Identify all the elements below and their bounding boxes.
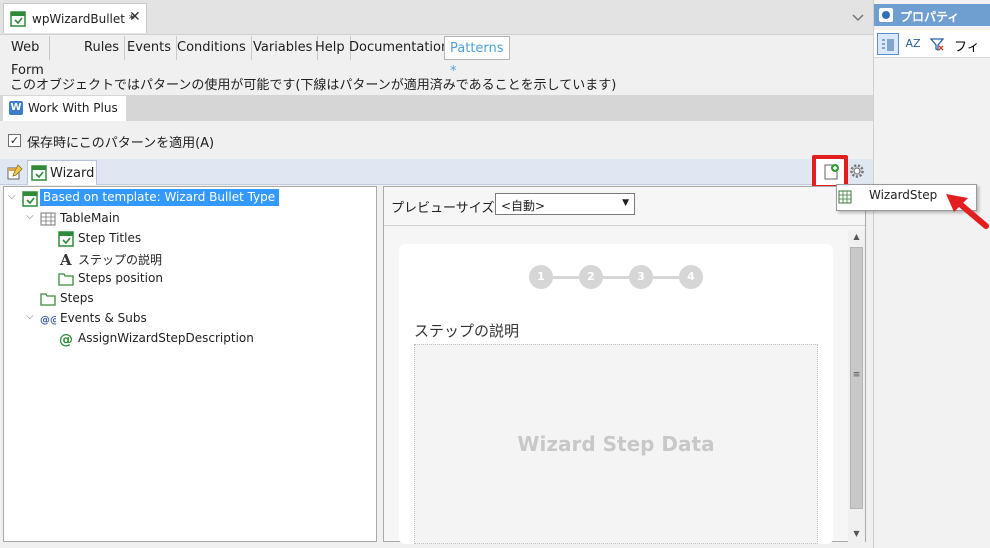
tab-work-with-plus[interactable]: W Work With Plus: [3, 96, 126, 121]
folder-icon: [40, 293, 56, 306]
properties-icon: [879, 8, 893, 22]
step-bullet: 3: [629, 265, 653, 289]
close-icon[interactable]: ✕: [129, 9, 141, 25]
pattern-info-text: このオブジェクトではパターンの使用が可能です(下線はパターンが適用済みであること…: [10, 78, 617, 93]
tab-conditions[interactable]: Conditions: [172, 36, 252, 60]
expand-chevron-icon[interactable]: ⌵: [26, 211, 38, 222]
tab-documentation[interactable]: Documentation: [344, 36, 456, 60]
document-tab-label: wpWizardBullet *: [32, 12, 135, 26]
preview-size-label: プレビューサイズ: [391, 201, 495, 216]
gear-icon[interactable]: [849, 163, 865, 179]
annotation-arrow-icon: [946, 194, 989, 229]
scroll-up-icon[interactable]: ▲: [848, 230, 865, 244]
wizard-icon: [31, 165, 47, 181]
pattern-tree: ⌵ Based on template: Wizard Bullet Type ⌵ T…: [3, 186, 377, 542]
tab-webform[interactable]: Web Form: [6, 36, 50, 78]
tab-variables[interactable]: Variables: [248, 36, 319, 60]
chevron-down-icon: ▼: [622, 198, 629, 208]
apply-pattern-label: 保存時にこのパターンを適用(A): [27, 136, 215, 151]
divider: [384, 225, 865, 226]
categorized-icon[interactable]: [877, 33, 899, 55]
sort-az-icon[interactable]: AZ: [902, 33, 924, 55]
tree-node-label: AssignWizardStepDescription: [78, 331, 254, 345]
tab-patterns[interactable]: Patterns *: [444, 36, 510, 79]
tree-node-label: Based on template: Wizard Bullet Type: [40, 189, 280, 206]
step-bullet: 2: [579, 265, 603, 289]
document-tab-wpwizardbullet[interactable]: wpWizardBullet * ✕: [3, 3, 147, 33]
filter-icon[interactable]: [926, 33, 948, 55]
step-connector: [651, 276, 681, 279]
tree-node-label: Step Titles: [78, 231, 142, 245]
properties-header: プロパティ: [874, 4, 990, 26]
tab-events[interactable]: Events: [122, 36, 178, 60]
text-a-icon: A: [59, 251, 72, 267]
step-description: ステップの説明: [414, 322, 520, 340]
webpanel-icon: [10, 11, 26, 27]
properties-page-icon[interactable]: [6, 163, 24, 181]
scroll-down-icon[interactable]: ▼: [848, 527, 865, 541]
tree-node-label: Steps position: [78, 271, 163, 285]
tree-node-label: Steps: [60, 291, 94, 305]
wizard-step-data-placeholder: Wizard Step Data: [517, 432, 715, 456]
events-icon: @@: [40, 315, 56, 326]
tab-wizard[interactable]: Wizard: [27, 160, 97, 185]
tree-node-label: Events & Subs: [60, 311, 147, 325]
workwithplus-icon: W: [9, 101, 23, 115]
tab-rules[interactable]: Rules: [79, 36, 126, 60]
scrollbar-grip-icon: ≡: [852, 370, 861, 380]
tree-node-label: TableMain: [60, 211, 120, 225]
step-bullet: 1: [529, 265, 553, 289]
apply-pattern-checkbox[interactable]: ✓: [8, 134, 21, 147]
properties-filter-label[interactable]: フィ: [954, 36, 980, 55]
properties-panel: プロパティ AZ フィ: [873, 0, 990, 548]
menu-item-wizardstep[interactable]: WizardStep: [869, 188, 937, 202]
properties-title: プロパティ: [900, 10, 960, 24]
expand-chevron-icon[interactable]: ⌵: [26, 311, 38, 322]
step-connector: [551, 276, 581, 279]
wizard-icon: [22, 191, 38, 207]
step-connector: [601, 276, 631, 279]
table-icon: [838, 190, 852, 204]
svg-text:@@: @@: [40, 315, 56, 326]
svg-text:A: A: [59, 251, 72, 267]
preview-size-select[interactable]: <自動> ▼: [495, 193, 635, 215]
table-icon: [40, 212, 56, 226]
tab-label: Wizard: [50, 166, 95, 181]
folder-icon: [58, 273, 74, 286]
pattern-tab-strip: [0, 95, 873, 121]
svg-text:@: @: [59, 332, 73, 347]
at-icon: @: [59, 332, 73, 347]
expand-chevron-icon[interactable]: ⌵: [8, 191, 20, 202]
chevron-down-icon[interactable]: [850, 10, 866, 26]
preview-size-value: <自動>: [501, 199, 546, 213]
step-bullet: 4: [679, 265, 703, 289]
add-document-icon: [824, 164, 839, 180]
wizard-icon: [58, 231, 74, 247]
instance-tab-bar: [0, 159, 873, 185]
tab-label: Work With Plus: [28, 101, 118, 115]
tree-node-label: ステップの説明: [78, 253, 163, 267]
